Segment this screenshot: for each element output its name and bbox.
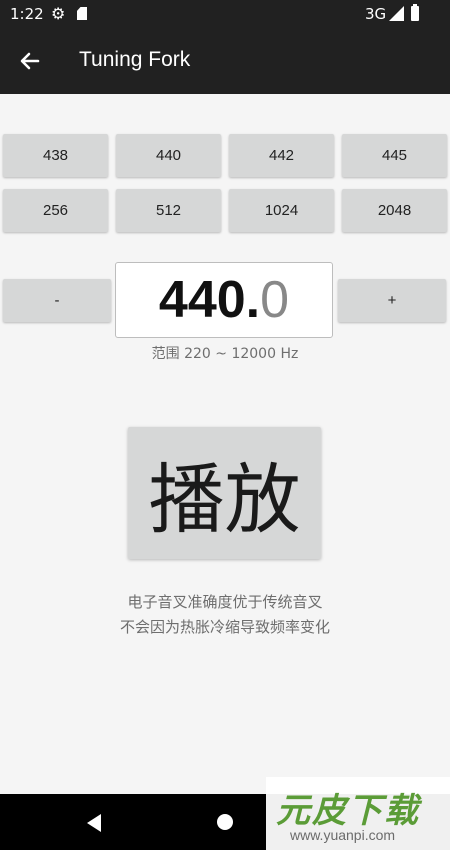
preset-438-button[interactable]: 438: [3, 134, 108, 177]
nav-back-icon[interactable]: [87, 814, 101, 832]
nav-home-icon[interactable]: [217, 814, 233, 830]
frequency-range-hint: 范围 220 ~ 12000 Hz: [151, 346, 299, 362]
sd-card-icon: [77, 7, 87, 20]
preset-445-button[interactable]: 445: [342, 134, 447, 177]
frequency-value-decimal: 0: [260, 271, 290, 329]
watermark-logo: 元皮下载 www.yuanpi.com: [266, 777, 450, 850]
status-time: 1:22: [10, 5, 44, 23]
gear-icon: ⚙: [51, 4, 66, 23]
preset-256-button[interactable]: 256: [3, 189, 108, 232]
description-line-1: 电子音叉准确度优于传统音叉: [127, 593, 323, 611]
preset-frequency-grid: 438 440 442 445 256 512 1024 2048: [3, 134, 447, 232]
preset-442-button[interactable]: 442: [229, 134, 334, 177]
arrow-left-icon[interactable]: [14, 45, 46, 77]
app-bar: Tuning Fork: [0, 28, 450, 94]
preset-440-button[interactable]: 440: [116, 134, 221, 177]
status-bar: 1:22 ⚙ 3G: [0, 0, 450, 28]
watermark-url: www.yuanpi.com: [290, 827, 396, 843]
network-type: 3G: [365, 5, 387, 23]
preset-1024-button[interactable]: 1024: [229, 189, 334, 232]
signal-icon: [389, 6, 404, 21]
frequency-value-integer: 440.: [158, 271, 261, 329]
preset-512-button[interactable]: 512: [116, 189, 221, 232]
battery-icon: [411, 4, 419, 21]
preset-2048-button[interactable]: 2048: [342, 189, 447, 232]
decrease-button[interactable]: -: [3, 279, 111, 322]
watermark-title: 元皮下载: [276, 791, 420, 831]
description-line-2: 不会因为热胀冷缩导致频率变化: [119, 618, 330, 636]
page-title: Tuning Fork: [79, 48, 191, 71]
play-button[interactable]: 播放: [128, 427, 321, 559]
frequency-input[interactable]: 440. 0: [115, 262, 333, 338]
increase-button[interactable]: +: [338, 279, 446, 322]
